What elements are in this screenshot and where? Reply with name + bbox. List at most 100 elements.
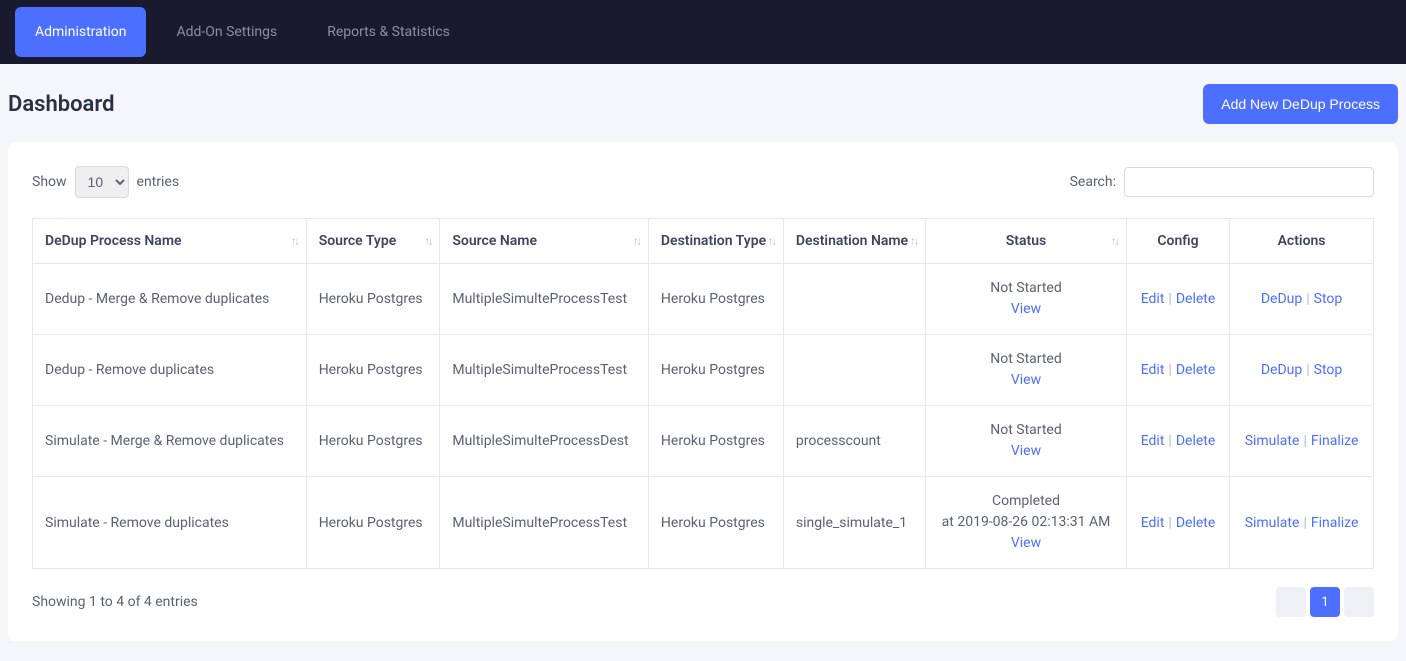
search-label: Search: bbox=[1070, 174, 1116, 190]
cell-config: Edit|Delete bbox=[1126, 477, 1229, 569]
length-show-label: Show bbox=[32, 174, 67, 190]
action-link-2[interactable]: Stop bbox=[1314, 291, 1343, 307]
action-link-1[interactable]: Simulate bbox=[1245, 515, 1300, 531]
cell-dest-name: processcount bbox=[783, 406, 925, 477]
processes-table: DeDup Process Name↑↓ Source Type↑↓ Sourc… bbox=[32, 218, 1374, 569]
action-link-2[interactable]: Stop bbox=[1314, 362, 1343, 378]
cell-source-type: Heroku Postgres bbox=[306, 264, 440, 335]
cell-config: Edit| Delete bbox=[1126, 406, 1229, 477]
delete-link[interactable]: Delete bbox=[1176, 362, 1215, 378]
delete-link[interactable]: Delete bbox=[1176, 433, 1215, 449]
cell-status: Not StartedView bbox=[926, 335, 1127, 406]
col-actions: Actions bbox=[1230, 219, 1374, 264]
cell-source-name: MultipleSimulteProcessTest bbox=[440, 477, 649, 569]
sort-icon: ↑↓ bbox=[768, 235, 775, 248]
separator: | bbox=[1168, 362, 1171, 378]
status-view-link[interactable]: View bbox=[1011, 535, 1041, 551]
separator: | bbox=[1168, 291, 1171, 307]
cell-config: Edit| Delete bbox=[1126, 264, 1229, 335]
length-select[interactable]: 10 bbox=[75, 166, 129, 198]
table-row: Simulate - Merge & Remove duplicates Hero… bbox=[33, 406, 1374, 477]
col-config: Config bbox=[1126, 219, 1229, 264]
length-entries-label: entries bbox=[137, 174, 180, 190]
sort-icon: ↑↓ bbox=[633, 235, 640, 248]
delete-link[interactable]: Delete bbox=[1176, 515, 1215, 531]
status-view-link[interactable]: View bbox=[1011, 443, 1041, 459]
cell-actions: Simulate| Finalize bbox=[1230, 477, 1374, 569]
search-input[interactable] bbox=[1124, 167, 1374, 197]
status-view-link[interactable]: View bbox=[1011, 372, 1041, 388]
cell-process-name: Dedup - Merge & Remove duplicates bbox=[33, 264, 307, 335]
cell-dest-type: Heroku Postgres bbox=[648, 477, 783, 569]
status-view-link[interactable]: View bbox=[1011, 301, 1041, 317]
nav-tab-addon-settings[interactable]: Add-On Settings bbox=[156, 7, 297, 57]
separator: | bbox=[1303, 433, 1306, 449]
pagination: 1 bbox=[1276, 587, 1374, 617]
dashboard-card: Show 10 entries Search: DeDup Process Na… bbox=[8, 142, 1398, 641]
col-status[interactable]: Status↑↓ bbox=[926, 219, 1127, 264]
separator: | bbox=[1306, 362, 1309, 378]
table-row: Dedup - Merge & Remove duplicatesHeroku … bbox=[33, 264, 1374, 335]
nav-tab-administration[interactable]: Administration bbox=[15, 7, 146, 57]
cell-status: Not Started View bbox=[926, 406, 1127, 477]
action-link-2[interactable]: Finalize bbox=[1311, 515, 1359, 531]
cell-dest-name bbox=[783, 335, 925, 406]
cell-process-name: Simulate - Merge & Remove duplicates bbox=[33, 406, 307, 477]
separator: | bbox=[1306, 291, 1309, 307]
status-line1: Not Started bbox=[938, 420, 1114, 441]
action-link-1[interactable]: Simulate bbox=[1245, 433, 1300, 449]
col-source-name[interactable]: Source Name↑↓ bbox=[440, 219, 649, 264]
action-link-2[interactable]: Finalize bbox=[1311, 433, 1359, 449]
edit-link[interactable]: Edit bbox=[1141, 515, 1165, 531]
cell-dest-type: Heroku Postgres bbox=[648, 406, 783, 477]
col-dest-type[interactable]: Destination Type↑↓ bbox=[648, 219, 783, 264]
status-line1: Not Started bbox=[938, 278, 1114, 299]
edit-link[interactable]: Edit bbox=[1141, 433, 1165, 449]
cell-status: Not Started View bbox=[926, 264, 1127, 335]
sort-icon: ↑↓ bbox=[291, 235, 298, 248]
delete-link[interactable]: Delete bbox=[1176, 291, 1215, 307]
separator: | bbox=[1303, 515, 1306, 531]
cell-dest-name: single_simulate_1 bbox=[783, 477, 925, 569]
cell-process-name: Dedup - Remove duplicates bbox=[33, 335, 307, 406]
cell-process-name: Simulate - Remove duplicates bbox=[33, 477, 307, 569]
cell-source-name: MultipleSimulteProcessDest bbox=[440, 406, 649, 477]
col-process-name[interactable]: DeDup Process Name↑↓ bbox=[33, 219, 307, 264]
cell-dest-name bbox=[783, 264, 925, 335]
page-title: Dashboard bbox=[8, 92, 114, 117]
sort-icon: ↑↓ bbox=[910, 235, 917, 248]
action-link-1[interactable]: DeDup bbox=[1261, 362, 1302, 378]
sort-icon: ↑↓ bbox=[1111, 235, 1118, 248]
add-new-dedup-button[interactable]: Add New DeDup Process bbox=[1203, 84, 1398, 124]
cell-actions: DeDup| Stop bbox=[1230, 335, 1374, 406]
col-dest-name[interactable]: Destination Name↑↓ bbox=[783, 219, 925, 264]
table-info: Showing 1 to 4 of 4 entries bbox=[32, 594, 198, 610]
cell-actions: DeDup| Stop bbox=[1230, 264, 1374, 335]
navbar: Administration Add-On Settings Reports &… bbox=[0, 0, 1406, 64]
status-line2: at 2019-08-26 02:13:31 AM bbox=[938, 512, 1114, 533]
edit-link[interactable]: Edit bbox=[1141, 362, 1165, 378]
cell-actions: Simulate| Finalize bbox=[1230, 406, 1374, 477]
edit-link[interactable]: Edit bbox=[1141, 291, 1165, 307]
sort-icon: ↑↓ bbox=[424, 235, 431, 248]
status-line1: Completed bbox=[938, 491, 1114, 512]
cell-config: Edit| Delete bbox=[1126, 335, 1229, 406]
table-row: Simulate - Remove duplicatesHeroku Postg… bbox=[33, 477, 1374, 569]
separator: | bbox=[1168, 433, 1171, 449]
cell-dest-type: Heroku Postgres bbox=[648, 264, 783, 335]
page-1[interactable]: 1 bbox=[1310, 587, 1340, 617]
cell-status: Completedat 2019-08-26 02:13:31 AM View bbox=[926, 477, 1127, 569]
cell-source-name: MultipleSimulteProcessTest bbox=[440, 264, 649, 335]
cell-source-type: Heroku Postgres bbox=[306, 477, 440, 569]
page-prev[interactable] bbox=[1276, 587, 1306, 617]
col-source-type[interactable]: Source Type↑↓ bbox=[306, 219, 440, 264]
cell-source-type: Heroku Postgres bbox=[306, 335, 440, 406]
search-group: Search: bbox=[1070, 167, 1374, 197]
page-next[interactable] bbox=[1344, 587, 1374, 617]
cell-source-name: MultipleSimulteProcessTest bbox=[440, 335, 649, 406]
nav-tab-reports-statistics[interactable]: Reports & Statistics bbox=[307, 7, 470, 57]
action-link-1[interactable]: DeDup bbox=[1261, 291, 1302, 307]
length-menu: Show 10 entries bbox=[32, 166, 179, 198]
cell-dest-type: Heroku Postgres bbox=[648, 335, 783, 406]
table-row: Dedup - Remove duplicatesHeroku Postgres… bbox=[33, 335, 1374, 406]
